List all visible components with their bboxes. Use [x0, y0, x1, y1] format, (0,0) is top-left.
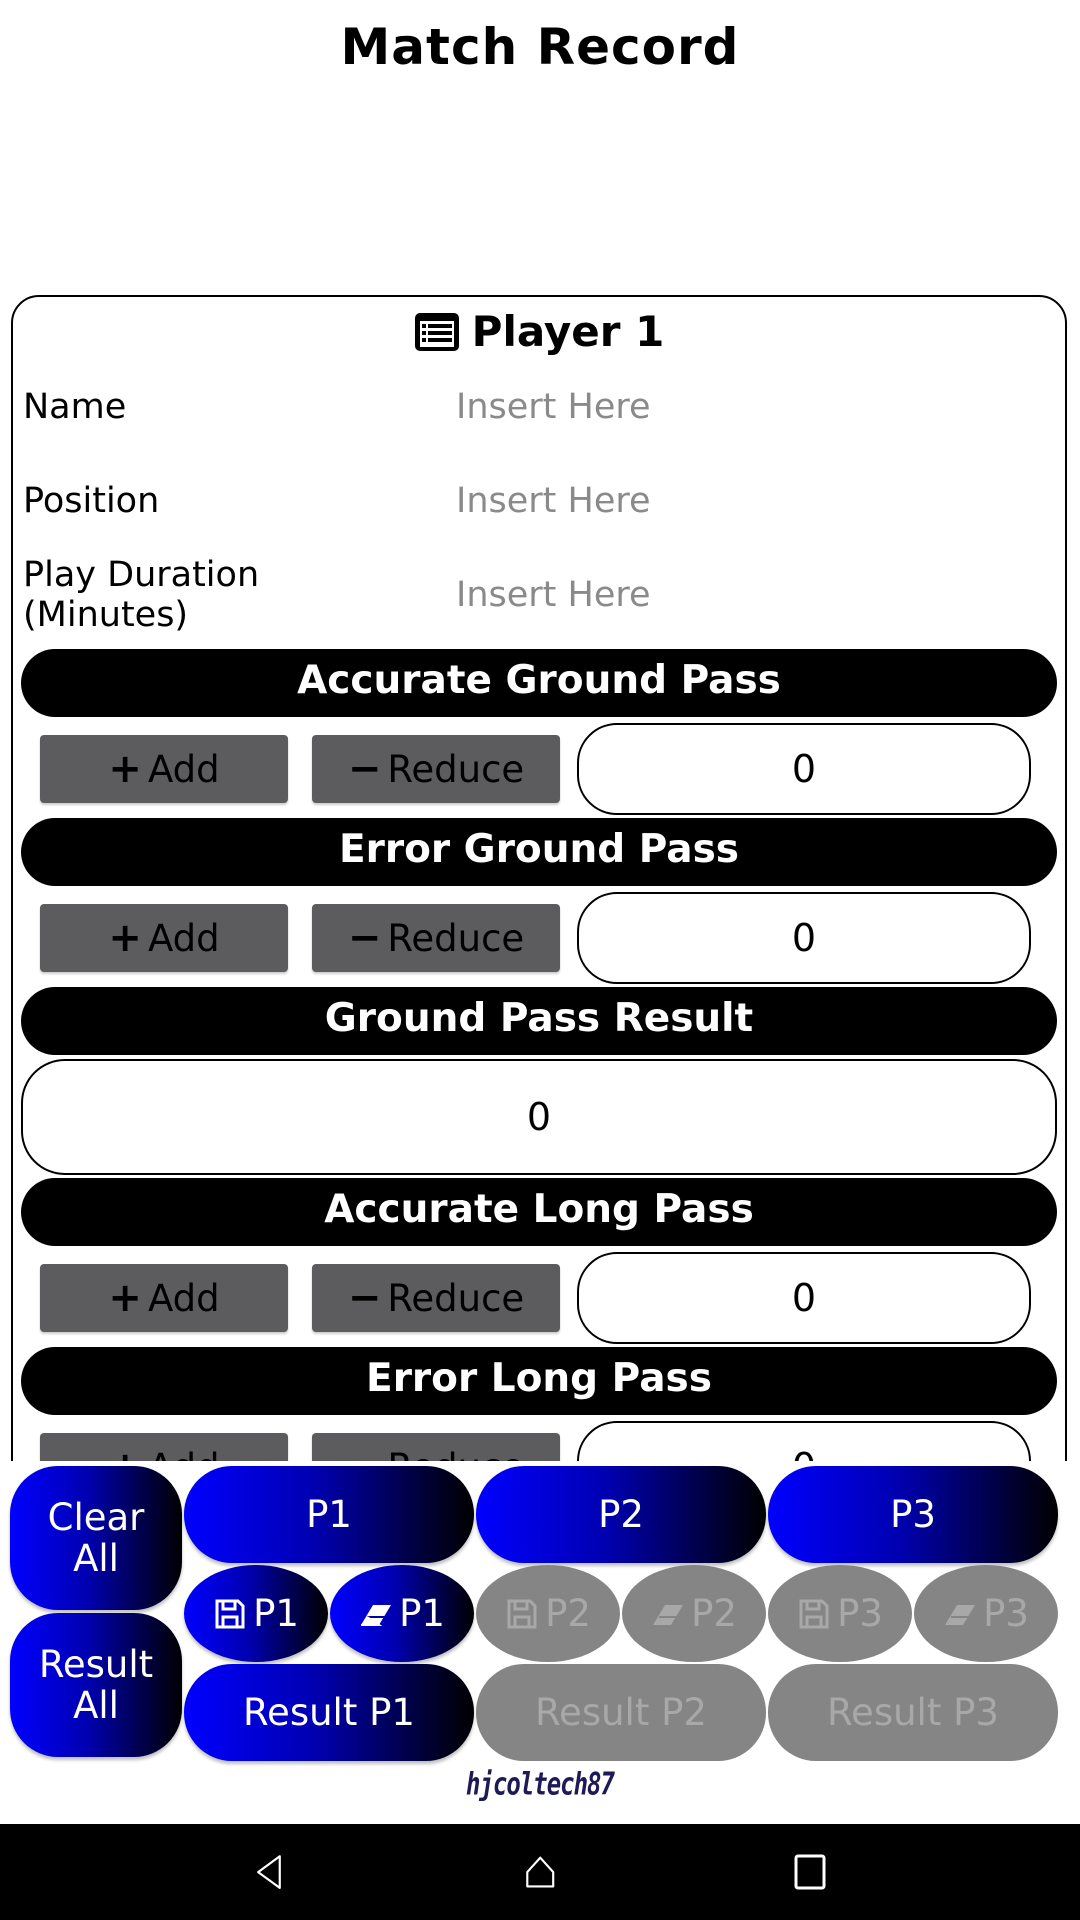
plus-icon: +: [108, 915, 142, 961]
eraser-icon: [651, 1597, 685, 1631]
erase-button-p1[interactable]: P1: [330, 1565, 474, 1662]
floppy-disk-icon: [505, 1597, 539, 1631]
play-duration-label-line1: Play Duration: [23, 555, 260, 595]
counter-accurate-ground-pass: 0: [577, 723, 1031, 815]
minus-icon: −: [347, 915, 382, 961]
result-ground-pass: 0: [21, 1059, 1057, 1175]
name-label: Name: [23, 387, 127, 427]
back-icon: [257, 1855, 281, 1889]
save-label: P2: [545, 1592, 591, 1635]
section-header-error-ground-pass: Error Ground Pass: [21, 818, 1057, 886]
erase-label: P1: [399, 1592, 445, 1635]
reduce-button-accurate-long-pass[interactable]: − Reduce: [312, 1264, 560, 1332]
reduce-button-error-ground-pass[interactable]: − Reduce: [312, 904, 560, 972]
eraser-icon: [943, 1597, 977, 1631]
clear-all-line2: All: [73, 1537, 119, 1580]
add-button-accurate-ground-pass[interactable]: + Add: [40, 735, 288, 803]
minus-icon: −: [347, 1275, 382, 1321]
save-button-p3[interactable]: P3: [768, 1565, 912, 1662]
brand-logo: hjcoltech87: [466, 1765, 615, 1803]
minus-icon: −: [348, 1447, 382, 1461]
add-label: Add: [147, 1276, 220, 1320]
erase-button-p2[interactable]: P2: [622, 1565, 766, 1662]
recents-icon: [794, 1854, 826, 1890]
name-input[interactable]: [456, 377, 1016, 437]
erase-button-p3[interactable]: P3: [914, 1565, 1058, 1662]
player-card: Player 1 Name Position Play Duration (Mi…: [11, 295, 1067, 1461]
player-select-p2[interactable]: P2: [476, 1466, 766, 1563]
reduce-label: Reduce: [387, 1276, 525, 1320]
reduce-label: Reduce: [387, 916, 525, 960]
add-button-error-long-pass[interactable]: + Add: [40, 1433, 288, 1461]
counter-error-long-pass: 0: [577, 1421, 1031, 1461]
eraser-icon: [359, 1597, 393, 1631]
floppy-disk-icon: [213, 1597, 247, 1631]
add-label: Add: [147, 747, 220, 791]
plus-icon: +: [108, 1275, 142, 1321]
clear-all-line1: Clear: [47, 1496, 145, 1539]
result-all-button[interactable]: Result All: [10, 1613, 182, 1757]
clear-all-button[interactable]: Clear All: [10, 1466, 182, 1610]
reduce-button-error-long-pass[interactable]: − Reduce: [312, 1433, 560, 1461]
system-nav-bar: [0, 1824, 1080, 1920]
result-all-line2: All: [73, 1684, 119, 1727]
counter-error-ground-pass: 0: [577, 892, 1031, 984]
erase-label: P2: [691, 1592, 737, 1635]
result-button-p1[interactable]: Result P1: [184, 1664, 474, 1761]
reduce-label: Reduce: [387, 747, 525, 791]
plus-icon: +: [108, 1447, 142, 1461]
section-header-accurate-ground-pass: Accurate Ground Pass: [21, 649, 1057, 717]
play-duration-label-line2: (Minutes): [23, 595, 189, 635]
result-all-line1: Result: [38, 1643, 154, 1686]
save-label: P1: [253, 1592, 299, 1635]
plus-icon: +: [108, 746, 142, 792]
section-header-error-long-pass: Error Long Pass: [21, 1347, 1057, 1415]
position-label: Position: [23, 481, 160, 521]
player-select-p1[interactable]: P1: [184, 1466, 474, 1563]
scroll-area[interactable]: Player 1 Name Position Play Duration (Mi…: [0, 295, 1080, 1461]
save-button-p1[interactable]: P1: [184, 1565, 328, 1662]
add-label: Add: [148, 1446, 220, 1462]
result-button-p3[interactable]: Result P3: [768, 1664, 1058, 1761]
home-button[interactable]: [510, 1844, 570, 1900]
back-button[interactable]: [240, 1844, 300, 1900]
app-root: Match Record Player 1 Name Insert Here P…: [0, 0, 1080, 1920]
add-label: Add: [147, 916, 220, 960]
reduce-button-accurate-ground-pass[interactable]: − Reduce: [312, 735, 560, 803]
add-button-error-ground-pass[interactable]: + Add: [40, 904, 288, 972]
section-header-accurate-long-pass: Accurate Long Pass: [21, 1178, 1057, 1246]
card-title: Player 1: [13, 307, 1065, 356]
home-icon: [526, 1856, 555, 1888]
play-duration-input[interactable]: [456, 565, 1016, 625]
save-label: P3: [837, 1592, 883, 1635]
list-card-icon: [414, 312, 460, 352]
position-input[interactable]: [456, 471, 1016, 531]
save-button-p2[interactable]: P2: [476, 1565, 620, 1662]
player-select-p3[interactable]: P3: [768, 1466, 1058, 1563]
result-button-p2[interactable]: Result P2: [476, 1664, 766, 1761]
reduce-label: Reduce: [387, 1446, 524, 1462]
section-header-ground-pass-result: Ground Pass Result: [21, 987, 1057, 1055]
play-duration-label: Play Duration (Minutes): [23, 555, 259, 635]
page-title: Match Record: [340, 18, 740, 76]
counter-accurate-long-pass: 0: [577, 1252, 1031, 1344]
floppy-disk-icon: [797, 1597, 831, 1631]
recents-button[interactable]: [780, 1844, 840, 1900]
erase-label: P3: [983, 1592, 1029, 1635]
player-title: Player 1: [471, 307, 665, 356]
minus-icon: −: [347, 746, 382, 792]
add-button-accurate-long-pass[interactable]: + Add: [40, 1264, 288, 1332]
